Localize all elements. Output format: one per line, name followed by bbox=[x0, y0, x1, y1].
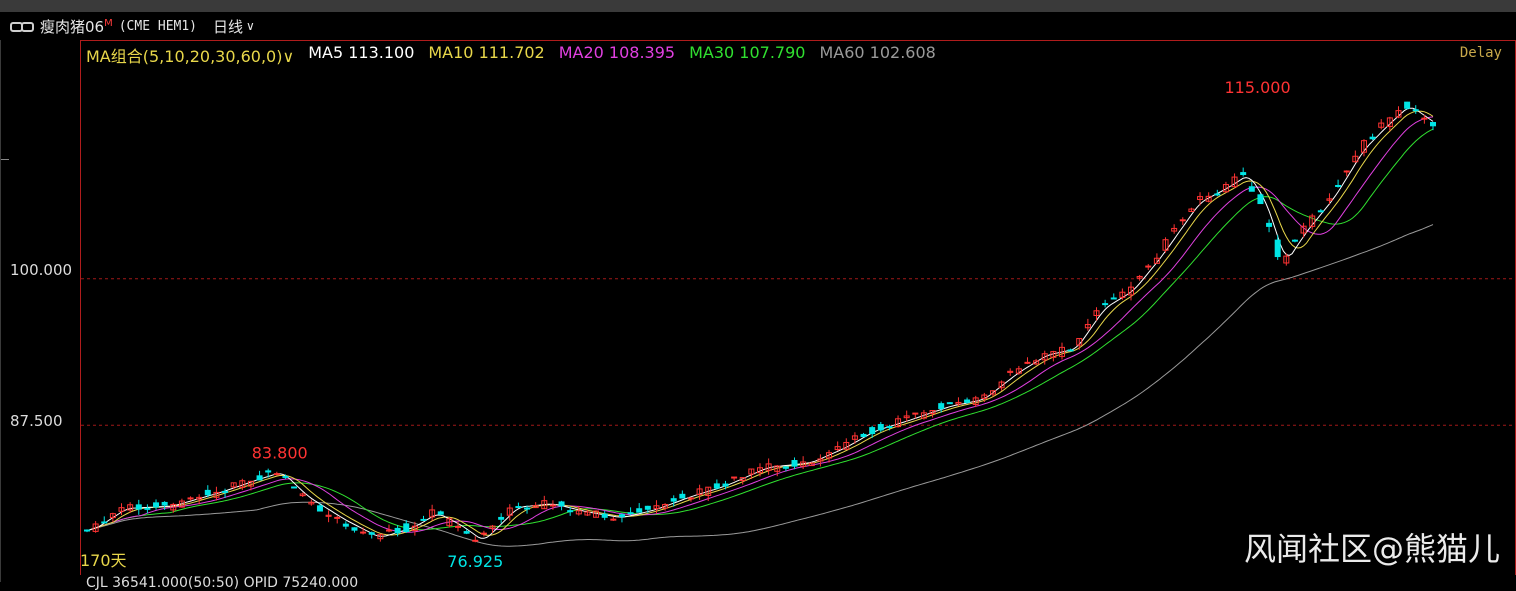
candle-body bbox=[256, 475, 263, 481]
candle-body bbox=[455, 525, 462, 528]
candle-body bbox=[1024, 361, 1031, 364]
candle-body bbox=[912, 412, 919, 415]
candle-body bbox=[463, 531, 470, 534]
candle-body bbox=[334, 516, 341, 519]
candle-body bbox=[204, 489, 211, 496]
candle-body bbox=[618, 514, 625, 518]
candle-body bbox=[472, 539, 479, 542]
candle-body bbox=[84, 529, 90, 532]
volume-readout: CJL 36541.000(50:50) OPID 75240.000 bbox=[86, 575, 359, 591]
candle-body bbox=[1343, 170, 1350, 173]
extreme-label: 83.800 bbox=[252, 444, 308, 463]
candle-body bbox=[601, 513, 608, 518]
candle-body bbox=[877, 424, 884, 431]
candle-body bbox=[273, 473, 280, 476]
candle-body bbox=[360, 531, 367, 534]
candle-body bbox=[731, 476, 738, 479]
candle-body bbox=[187, 497, 194, 500]
candle-body bbox=[265, 470, 272, 473]
candle-body bbox=[722, 483, 729, 487]
candle-body bbox=[791, 460, 798, 467]
candle-body bbox=[1369, 136, 1376, 140]
candle-body bbox=[713, 483, 720, 489]
candle-body bbox=[1179, 219, 1186, 222]
candle-body bbox=[1274, 239, 1281, 258]
candle-body bbox=[1317, 210, 1324, 213]
candle-body bbox=[869, 427, 876, 435]
candle-body bbox=[636, 508, 643, 513]
candle-body bbox=[610, 518, 617, 521]
candle-body bbox=[144, 507, 151, 510]
candle-body bbox=[860, 433, 867, 438]
candle-body bbox=[394, 527, 401, 534]
candle-body bbox=[627, 512, 634, 515]
candle-body bbox=[782, 466, 789, 469]
candle-body bbox=[558, 501, 565, 507]
candle-body bbox=[153, 502, 160, 508]
candle-body bbox=[1110, 297, 1117, 300]
candle-body bbox=[1266, 222, 1273, 227]
candle-body bbox=[368, 532, 375, 535]
candle-body bbox=[644, 505, 651, 510]
candle-body bbox=[964, 399, 971, 403]
candle-body bbox=[1257, 194, 1264, 205]
candle-body bbox=[161, 501, 168, 506]
candle-body bbox=[351, 527, 358, 531]
candle-body bbox=[1067, 349, 1074, 352]
candle-body bbox=[291, 486, 298, 489]
candle-body bbox=[946, 402, 953, 405]
candle-body bbox=[1214, 193, 1221, 196]
candle-body bbox=[549, 504, 556, 507]
candle-body bbox=[1335, 184, 1342, 187]
candle-body bbox=[135, 504, 142, 510]
candle-body bbox=[437, 511, 444, 515]
candle-body bbox=[687, 497, 694, 500]
candle-body bbox=[670, 498, 677, 502]
candle-body bbox=[886, 426, 893, 429]
candle-body bbox=[498, 516, 505, 520]
candle-body bbox=[1412, 109, 1419, 112]
bar-count-label: 170天 bbox=[80, 551, 127, 570]
price-chart[interactable]: 83.800 76.925 115.000 170天 bbox=[0, 0, 1516, 582]
candle-body bbox=[101, 521, 108, 524]
candle-body bbox=[222, 490, 229, 493]
candle-body bbox=[420, 518, 427, 521]
candle-body bbox=[403, 523, 410, 533]
watermark: 风闻社区@熊猫儿 bbox=[1243, 530, 1500, 568]
candle-body bbox=[524, 507, 531, 510]
candle-body bbox=[316, 505, 323, 512]
candle-body bbox=[679, 493, 686, 499]
candle-body bbox=[1291, 239, 1298, 242]
candle-body bbox=[1102, 303, 1109, 306]
ma60-line bbox=[86, 224, 1434, 547]
candle-body bbox=[1145, 265, 1152, 268]
extreme-label: 115.000 bbox=[1224, 78, 1290, 97]
candle-body bbox=[342, 523, 349, 527]
candle-body bbox=[1421, 117, 1428, 120]
candle-body bbox=[1240, 172, 1247, 176]
candle-body bbox=[480, 532, 487, 535]
candle-body bbox=[567, 510, 574, 513]
candle-body bbox=[938, 403, 945, 409]
candle-body bbox=[282, 475, 289, 478]
candle-body bbox=[1430, 122, 1436, 127]
candle-body bbox=[515, 506, 522, 509]
candle-body bbox=[1404, 101, 1411, 109]
candle-body bbox=[1248, 186, 1255, 192]
extreme-label: 76.925 bbox=[447, 552, 503, 571]
